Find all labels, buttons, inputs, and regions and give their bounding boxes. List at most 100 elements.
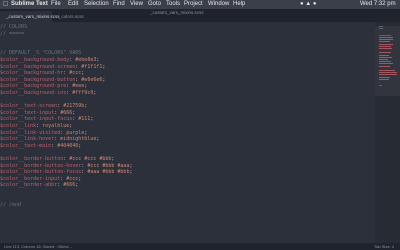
minimap-line xyxy=(379,37,393,38)
code-comment: // ===== xyxy=(0,30,25,37)
code-value: royalblue xyxy=(42,123,70,129)
code-variable: $color__link xyxy=(0,123,37,129)
status-tab-size[interactable]: Tab Size: 4 xyxy=(374,243,394,250)
code-variable: $color__background-body xyxy=(0,57,70,63)
code-variable: $color__border-button-hover xyxy=(0,162,82,169)
code-value: midnightblue xyxy=(60,136,97,143)
menu-edit[interactable]: Edit xyxy=(68,0,78,9)
window-title: _custom_vars_mixins.scss xyxy=(150,10,204,15)
menu-app-name[interactable]: Sublime Text xyxy=(11,0,48,9)
code-line: $color__border-abbr: #666; xyxy=(0,182,78,189)
code-semicolon: ; xyxy=(81,70,85,77)
minimap-line xyxy=(379,48,393,49)
minimap-line xyxy=(379,72,397,74)
code-variable: $color__background-button xyxy=(0,76,76,83)
code-semicolon: ; xyxy=(102,63,106,70)
minimap-line xyxy=(379,34,392,36)
code-semicolon: ; xyxy=(84,103,88,110)
tab-colors[interactable]: _colors.scss xyxy=(53,11,98,22)
minimap-line xyxy=(379,41,391,43)
code-variable: $color__link-visited xyxy=(0,129,61,136)
minimap[interactable] xyxy=(375,22,400,243)
code-value: #ccc xyxy=(69,70,82,77)
code-variable: $color__border-button xyxy=(0,156,64,162)
code-semicolon: ; xyxy=(102,76,106,83)
apple-icon[interactable]:  xyxy=(3,0,8,9)
code-variable: $color__background-ins xyxy=(0,90,67,96)
code-variable: $color__border-abbr xyxy=(0,182,58,189)
menu-bar:  Sublime Text File Edit Selection Find … xyxy=(0,0,400,9)
menu-selection[interactable]: Selection xyxy=(84,0,109,9)
minimap-line xyxy=(379,63,393,65)
menu-help[interactable]: Help xyxy=(233,0,245,9)
menu-tools[interactable]: Tools xyxy=(166,0,180,9)
minimap-line xyxy=(379,45,391,47)
code-variable: $color__border-input xyxy=(0,175,61,182)
code-semicolon: ; xyxy=(129,169,133,176)
menu-goto[interactable]: Goto xyxy=(148,0,161,9)
code-semicolon: ; xyxy=(75,182,79,189)
minimap-line xyxy=(379,70,395,71)
clock: Wed 7:32 pm xyxy=(360,1,396,7)
code-value: #eee xyxy=(72,83,85,90)
menu-project[interactable]: Project xyxy=(184,0,203,9)
code-variable: $color__background-hr xyxy=(0,70,64,77)
code-value: #666 xyxy=(63,182,76,189)
code-semicolon: ; xyxy=(84,83,88,90)
menu-window[interactable]: Window xyxy=(208,0,229,9)
status-bar: Line 113, Column 18; Saved ~/Sites/... T… xyxy=(0,243,400,250)
code-comment: // DEFAULT _S "COLORS" VARS xyxy=(0,50,82,57)
code-variable: $color__link-hover xyxy=(0,136,55,143)
code-comment: // COLORS xyxy=(0,24,28,30)
code-variable: $color__text-screen xyxy=(0,103,58,110)
code-line: // ===== xyxy=(0,31,24,38)
minimap-line xyxy=(379,54,389,56)
status-icons: ● ▲ ● xyxy=(300,1,317,7)
code-semicolon: ; xyxy=(111,156,115,162)
menu-file[interactable]: File xyxy=(51,0,61,9)
menu-view[interactable]: View xyxy=(130,0,143,9)
tab-custom-vars[interactable]: _custom_vars_mixins.scss xyxy=(0,11,60,22)
code-value: purple xyxy=(66,129,85,136)
code-semicolon: ; xyxy=(96,57,100,63)
code-semicolon: ; xyxy=(78,175,82,182)
code-variable: $color__background-pre xyxy=(0,83,67,90)
code-value: #21759b xyxy=(63,103,85,110)
minimap-line xyxy=(379,28,383,30)
code-semicolon: ; xyxy=(96,136,100,143)
editor-pane[interactable]: // COLORS// ===== // DEFAULT _S "COLORS" … xyxy=(0,22,375,243)
menu-find[interactable]: Find xyxy=(113,0,125,9)
code-semicolon: ; xyxy=(90,116,94,123)
code-semicolon: ; xyxy=(78,142,82,149)
code-line: $color__background-ins: #fff9c0; xyxy=(0,90,96,97)
minimap-line xyxy=(379,78,390,80)
minimap-line xyxy=(379,61,391,63)
code-value: #ebe8e3 xyxy=(75,57,97,63)
code-variable: $color__background-screen xyxy=(0,63,76,70)
code-value: #f1f1f1 xyxy=(81,63,103,70)
minimap-line xyxy=(379,65,390,67)
code-line: // /end xyxy=(0,202,21,209)
code-value: #111 xyxy=(78,116,91,123)
code-value: #404040 xyxy=(57,142,79,149)
minimap-line xyxy=(379,52,391,54)
code-variable: $color__text-main xyxy=(0,142,52,149)
code-variable: $color__text-input-focus xyxy=(0,116,73,123)
code-variable: $color__border-button-focus xyxy=(0,169,82,176)
code-line: $color__text-main: #404040; xyxy=(0,143,81,150)
minimap-line xyxy=(379,43,394,45)
status-position: Line 113, Column 18; Saved ~/Sites/... xyxy=(4,244,73,249)
code-semicolon: ; xyxy=(69,123,73,129)
code-semicolon: ; xyxy=(84,129,88,136)
code-variable: $color__text-input xyxy=(0,109,55,116)
code-value: #ccc #bbb #aaa xyxy=(87,162,130,169)
minimap-line xyxy=(379,59,389,60)
code-semicolon: ; xyxy=(129,162,133,169)
code-comment: // /end xyxy=(0,202,22,209)
minimap-line xyxy=(379,56,392,58)
code-semicolon: ; xyxy=(72,109,76,116)
minimap-line xyxy=(379,39,394,41)
code-value: #e6e6e6 xyxy=(81,76,103,83)
code-value: #ccc xyxy=(66,175,79,182)
minimap-line xyxy=(379,26,384,27)
